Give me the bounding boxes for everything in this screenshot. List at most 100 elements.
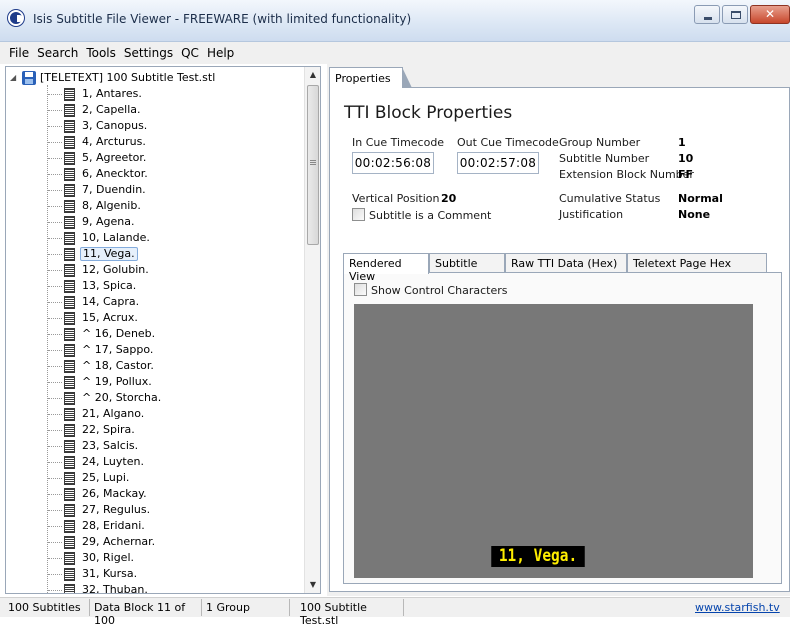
tree-item-label: 27, Regulus.: [82, 503, 151, 516]
cumulative-status-label: Cumulative Status: [559, 192, 661, 205]
menu-file[interactable]: File: [5, 46, 33, 60]
out-cue-label: Out Cue Timecode: [457, 136, 559, 149]
tree-item[interactable]: 3, Canopus.: [6, 118, 305, 134]
show-control-label: Show Control Characters: [371, 284, 508, 297]
scrollbar-thumb[interactable]: [307, 85, 319, 245]
tree-item-label: ^ 19, Pollux.: [82, 375, 152, 388]
tree-item-label: ^ 17, Sappo.: [82, 343, 154, 356]
subtitle-block-icon: [64, 327, 75, 341]
tree-item[interactable]: 12, Golubin.: [6, 262, 305, 278]
tree-item[interactable]: 15, Acrux.: [6, 310, 305, 326]
tree-item[interactable]: 14, Capra.: [6, 294, 305, 310]
vertical-position-value: 20: [441, 192, 457, 205]
tree-scrollbar[interactable]: ▲ ▼: [304, 67, 320, 593]
scroll-down-arrow-icon[interactable]: ▼: [305, 577, 320, 593]
tree-item[interactable]: 26, Mackay.: [6, 486, 305, 502]
tree-item-label: 24, Luyten.: [82, 455, 144, 468]
subtitle-block-icon: [64, 279, 75, 293]
subtitle-block-icon: [64, 135, 75, 149]
tree-item[interactable]: ^ 19, Pollux.: [6, 374, 305, 390]
subtitle-block-icon: [64, 119, 75, 133]
menu-help[interactable]: Help: [203, 46, 238, 60]
status-bar: 100 Subtitles Data Block 11 of 100 1 Gro…: [0, 597, 790, 627]
out-cue-field[interactable]: 00:02:57:08: [457, 152, 539, 174]
tree-item-label: 22, Spira.: [82, 423, 135, 436]
menu-tools[interactable]: Tools: [82, 46, 120, 60]
tree-item[interactable]: 24, Luyten.: [6, 454, 305, 470]
tab-rendered-view[interactable]: Rendered View: [343, 253, 429, 283]
tree-item[interactable]: 5, Agreetor.: [6, 150, 305, 166]
minimize-button[interactable]: [694, 5, 720, 24]
tree-item[interactable]: 28, Eridani.: [6, 518, 305, 534]
cumulative-status-value: Normal: [678, 192, 723, 205]
tree-root-node[interactable]: ◢ [TELETEXT] 100 Subtitle Test.stl: [10, 69, 215, 86]
comment-checkbox[interactable]: [352, 208, 365, 221]
tree-item[interactable]: 32, Thuban.: [6, 582, 305, 593]
tree-item-label: ^ 16, Deneb.: [82, 327, 156, 340]
tree-item[interactable]: 10, Lalande.: [6, 230, 305, 246]
vertical-position-label: Vertical Position: [352, 192, 440, 205]
floppy-disk-icon: [22, 70, 36, 85]
subtitle-block-icon: [64, 103, 75, 117]
subtitle-block-icon: [64, 151, 75, 165]
tree-item[interactable]: ^ 18, Castor.: [6, 358, 305, 374]
window-controls: ✕: [692, 5, 790, 25]
tab-teletext-hex[interactable]: Teletext Page Hex values: [627, 253, 767, 283]
maximize-button[interactable]: [722, 5, 748, 24]
tree-item[interactable]: 21, Algano.: [6, 406, 305, 422]
tree-item[interactable]: 30, Rigel.: [6, 550, 305, 566]
tree-item-label: 14, Capra.: [82, 295, 140, 308]
maximize-icon: [731, 11, 741, 19]
subtitle-block-icon: [64, 487, 75, 501]
tree-item[interactable]: 4, Arcturus.: [6, 134, 305, 150]
scroll-up-arrow-icon[interactable]: ▲: [305, 67, 320, 83]
status-data-block: Data Block 11 of 100: [90, 599, 202, 627]
tree-item-label: 10, Lalande.: [82, 231, 150, 244]
tree-item[interactable]: 2, Capella.: [6, 102, 305, 118]
subtitle-block-icon: [64, 519, 75, 533]
tree-item-label: 4, Arcturus.: [82, 135, 146, 148]
tree-item[interactable]: 1, Antares.: [6, 86, 305, 102]
tree-item[interactable]: ^ 17, Sappo.: [6, 342, 305, 358]
tab-properties[interactable]: Properties: [329, 67, 412, 88]
tree-item-label: 11, Vega.: [80, 247, 138, 261]
tab-subtitle-text[interactable]: Subtitle text: [429, 253, 505, 283]
tree-item[interactable]: 9, Agena.: [6, 214, 305, 230]
subtitle-block-icon: [64, 199, 75, 213]
tree-item[interactable]: 23, Salcis.: [6, 438, 305, 454]
subtitle-block-icon: [64, 439, 75, 453]
menu-search[interactable]: Search: [33, 46, 82, 60]
tree-item[interactable]: 31, Kursa.: [6, 566, 305, 582]
tree-item[interactable]: 11, Vega.: [6, 246, 305, 262]
group-number-label: Group Number: [559, 136, 641, 149]
menu-qc[interactable]: QC: [177, 46, 203, 60]
tree-item-label: 23, Salcis.: [82, 439, 139, 452]
tree-root-label: [TELETEXT] 100 Subtitle Test.stl: [40, 71, 216, 84]
close-button[interactable]: ✕: [750, 5, 790, 24]
collapse-arrow-icon[interactable]: ◢: [10, 73, 20, 82]
tree-item[interactable]: ^ 20, Storcha.: [6, 390, 305, 406]
tree-item-label: 25, Lupi.: [82, 471, 130, 484]
properties-panel: TTI Block Properties In Cue Timecode 00:…: [329, 87, 790, 592]
tab-raw-tti-data[interactable]: Raw TTI Data (Hex): [505, 253, 627, 273]
tree-item[interactable]: 25, Lupi.: [6, 470, 305, 486]
tree-item-label: 8, Algenib.: [82, 199, 141, 212]
tree-item[interactable]: 27, Regulus.: [6, 502, 305, 518]
tree-item-label: 7, Duendin.: [82, 183, 146, 196]
tree-item[interactable]: 13, Spica.: [6, 278, 305, 294]
subtitle-number-value: 10: [678, 152, 694, 165]
subtitle-block-icon: [64, 535, 75, 549]
starfish-link[interactable]: www.starfish.tv: [695, 601, 780, 614]
menu-settings[interactable]: Settings: [120, 46, 177, 60]
tree-item[interactable]: 29, Achernar.: [6, 534, 305, 550]
show-control-checkbox[interactable]: [354, 283, 367, 296]
tree-item[interactable]: 8, Algenib.: [6, 198, 305, 214]
tree-item[interactable]: 22, Spira.: [6, 422, 305, 438]
properties-area: Properties TTI Block Properties In Cue T…: [327, 64, 790, 596]
tree-item[interactable]: ^ 16, Deneb.: [6, 326, 305, 342]
tree-item[interactable]: 6, Anecktor.: [6, 166, 305, 182]
in-cue-field[interactable]: 00:02:56:08: [352, 152, 434, 174]
tree-item[interactable]: 7, Duendin.: [6, 182, 305, 198]
subtitle-block-icon: [64, 167, 75, 181]
tree-item-label: 9, Agena.: [82, 215, 135, 228]
